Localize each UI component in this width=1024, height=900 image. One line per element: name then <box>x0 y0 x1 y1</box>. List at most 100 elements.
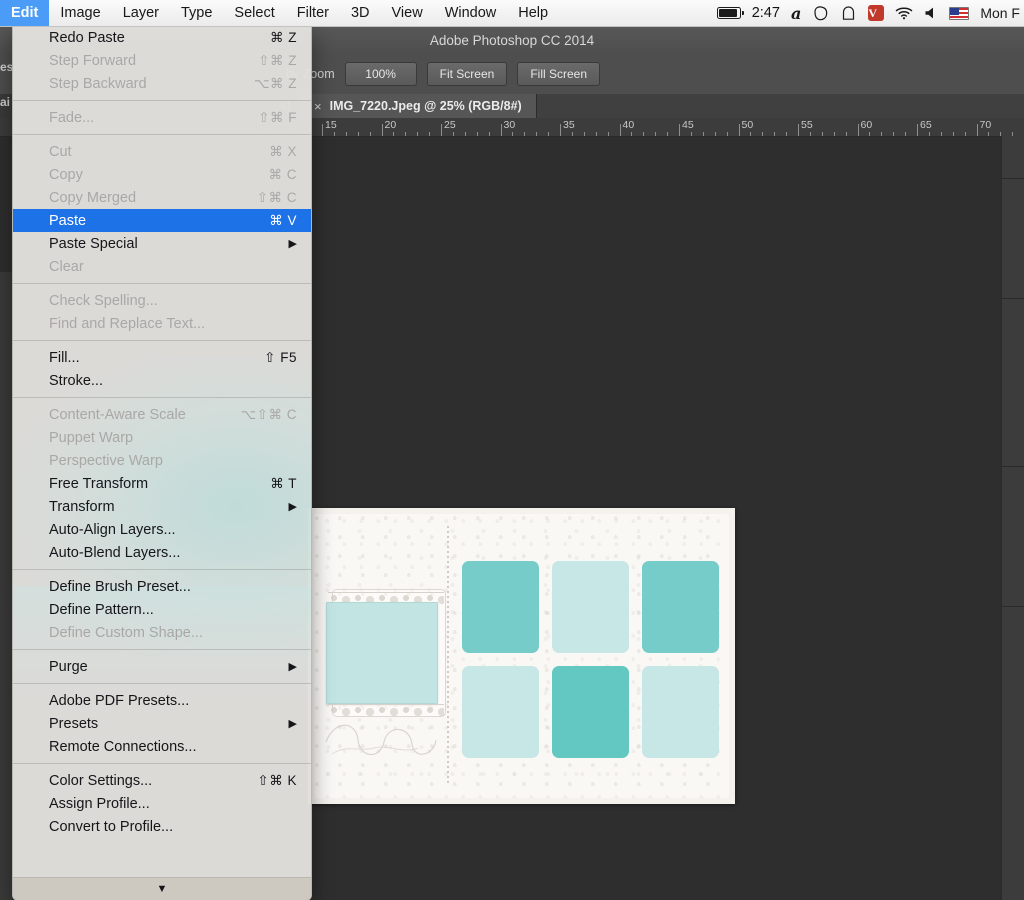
document-canvas[interactable] <box>308 508 735 804</box>
menu-item-label: Clear <box>49 258 84 275</box>
ruler-minor-tick <box>821 132 823 136</box>
menubar-item-layer[interactable]: Layer <box>112 0 170 26</box>
wifi-icon[interactable] <box>895 6 913 20</box>
edit-menu-popup[interactable]: Redo Paste ⌘ Z Step Forward ⇧⌘ Z Step Backwa… <box>12 26 312 900</box>
menu-item-fade: Fade... ⇧⌘ F <box>13 106 311 129</box>
menu-item-label: Transform <box>49 498 115 515</box>
ruler-major-tick <box>976 124 978 136</box>
menu-item-copy-merged: Copy Merged ⇧⌘ C <box>13 186 311 209</box>
close-icon[interactable]: × <box>314 99 322 114</box>
ruler-minor-tick <box>357 132 359 136</box>
ruler-major-tick <box>560 124 561 136</box>
ruler-minor-tick <box>429 132 431 136</box>
ruler-major-tick <box>322 124 323 136</box>
menu-item-label: Remote Connections... <box>49 738 197 755</box>
menu-item-label: Paste <box>49 212 87 229</box>
menu-item-label: Copy Merged <box>49 189 137 206</box>
menu-separator <box>13 569 311 570</box>
menu-item-redo-paste[interactable]: Redo Paste ⌘ Z <box>13 26 311 49</box>
ruler-label: 25 <box>444 119 456 131</box>
menubar-item-3d[interactable]: 3D <box>340 0 381 26</box>
ruler-minor-tick <box>512 132 514 136</box>
menu-item-convert-to-profile[interactable]: Convert to Profile... <box>13 815 311 838</box>
menu-item-paste-special[interactable]: Paste Special ▶ <box>13 232 311 255</box>
ruler-label: 35 <box>563 119 575 131</box>
fit-screen-button[interactable]: Fit Screen <box>426 62 508 86</box>
menu-item-label: Content-Aware Scale <box>49 406 186 423</box>
ruler-major-tick <box>917 124 918 136</box>
ruler-minor-tick <box>548 132 550 136</box>
ruler-major-tick <box>738 124 740 136</box>
document-tab-active[interactable]: × IMG_7220.Jpeg @ 25% (RGB/8#) <box>300 94 537 118</box>
menu-item-auto-blend-layers[interactable]: Auto-Blend Layers... <box>13 541 311 564</box>
ruler-minor-tick <box>607 132 609 136</box>
right-panel-strip[interactable] <box>1001 136 1024 900</box>
menu-item-shortcut: ⇧⌘ K <box>257 772 297 788</box>
menu-item-free-transform[interactable]: Free Transform ⌘ T <box>13 472 311 495</box>
ruler-minor-tick <box>726 132 728 136</box>
ruler-minor-tick <box>786 132 788 136</box>
ruler-minor-tick <box>464 132 466 136</box>
text-input-a-icon[interactable]: a <box>791 4 801 23</box>
menu-separator <box>13 397 311 398</box>
menu-item-stroke[interactable]: Stroke... <box>13 369 311 392</box>
menu-item-step-forward: Step Forward ⇧⌘ Z <box>13 49 311 72</box>
ruler-minor-tick <box>988 132 990 136</box>
rounded-blob-icon[interactable] <box>812 5 829 22</box>
menu-item-label: Auto-Align Layers... <box>49 521 176 538</box>
menu-item-define-pattern[interactable]: Define Pattern... <box>13 598 311 621</box>
menu-item-transform[interactable]: Transform ▶ <box>13 495 311 518</box>
menubar-item-view[interactable]: View <box>381 0 434 26</box>
ruler-label: 40 <box>622 119 635 131</box>
menu-item-label: Check Spelling... <box>49 292 158 309</box>
menubar-item-help[interactable]: Help <box>507 0 559 26</box>
ruler-minor-tick <box>524 132 526 136</box>
menu-item-color-settings[interactable]: Color Settings... ⇧⌘ K <box>13 769 311 792</box>
menu-item-shortcut: ⌘ V <box>269 212 297 228</box>
menu-item-shortcut: ⌥⇧⌘ C <box>240 406 297 422</box>
menu-item-fill[interactable]: Fill... ⇧ F5 <box>13 346 311 369</box>
ruler-major-tick <box>798 124 799 136</box>
us-flag-icon[interactable] <box>949 6 970 20</box>
clock[interactable]: 2:47 <box>752 5 780 21</box>
menu-bar-status-items: 2:47 a V Mon F <box>716 0 1024 26</box>
ruler-label: 70 <box>979 119 992 131</box>
ruler-major-tick <box>619 124 621 136</box>
menu-item-perspective-warp: Perspective Warp <box>13 449 311 472</box>
zoom-value-field[interactable]: 100% <box>344 62 417 86</box>
battery-icon[interactable] <box>716 7 744 19</box>
ruler-minor-tick <box>714 132 716 136</box>
menu-item-adobe-pdf-presets[interactable]: Adobe PDF Presets... <box>13 689 311 712</box>
menu-item-define-brush-preset[interactable]: Define Brush Preset... <box>13 575 311 598</box>
date-label[interactable]: Mon F <box>980 5 1020 21</box>
menu-item-purge[interactable]: Purge ▶ <box>13 655 311 678</box>
menu-separator <box>13 649 311 650</box>
ruler-minor-tick <box>928 132 930 136</box>
menu-item-clear: Clear <box>13 255 311 278</box>
menubar-item-filter[interactable]: Filter <box>286 0 340 26</box>
menubar-item-edit[interactable]: Edit <box>0 0 50 26</box>
menu-item-assign-profile[interactable]: Assign Profile... <box>13 792 311 815</box>
menubar-item-type[interactable]: Type <box>170 0 223 26</box>
menu-item-remote-connections[interactable]: Remote Connections... <box>13 735 311 758</box>
menu-item-label: Color Settings... <box>49 772 153 789</box>
color-swatch <box>552 666 629 758</box>
menubar-item-image[interactable]: Image <box>49 0 111 26</box>
rounded-arch-icon[interactable] <box>840 5 857 22</box>
fill-screen-button[interactable]: Fill Screen <box>517 62 601 86</box>
artwork-paper <box>314 514 729 798</box>
v-app-icon[interactable]: V <box>868 5 885 21</box>
menubar-item-select[interactable]: Select <box>223 0 285 26</box>
menu-item-auto-align-layers[interactable]: Auto-Align Layers... <box>13 518 311 541</box>
menu-item-paste[interactable]: Paste ⌘ V <box>13 209 311 232</box>
menu-item-presets[interactable]: Presets ▶ <box>13 712 311 735</box>
color-swatch <box>642 666 719 758</box>
menu-item-content-aware-scale: Content-Aware Scale ⌥⇧⌘ C <box>13 403 311 426</box>
menu-scroll-down-arrow[interactable]: ▼ <box>13 877 311 900</box>
volume-icon[interactable] <box>924 6 938 20</box>
ruler-minor-tick <box>702 132 704 136</box>
ruler-minor-tick <box>595 132 597 136</box>
ruler-minor-tick <box>631 132 633 136</box>
menubar-item-window[interactable]: Window <box>434 0 508 26</box>
window-title: Adobe Photoshop CC 2014 <box>429 32 595 48</box>
